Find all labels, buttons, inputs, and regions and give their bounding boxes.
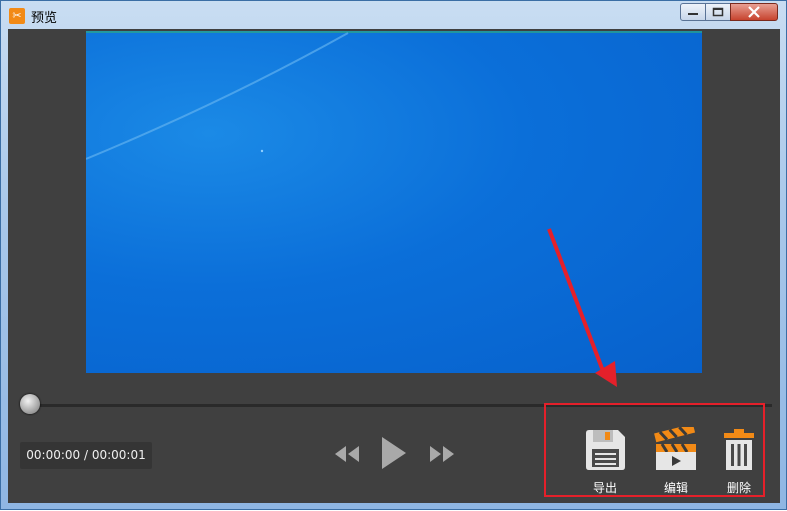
close-button[interactable] <box>730 3 778 21</box>
window-title: 预览 <box>31 11 58 26</box>
current-time: 00:00:00 <box>26 448 81 462</box>
time-display: 00:00:00 / 00:00:01 <box>20 442 152 469</box>
player-area: 00:00:00 / 00:00:01 导出 编辑 删除 <box>8 29 780 503</box>
time-separator: / <box>80 448 92 462</box>
title-bar[interactable]: ✂ 预览 <box>1 1 786 29</box>
video-frame-content <box>86 32 349 160</box>
close-icon <box>748 6 760 18</box>
preview-window: ✂ 预览 00:00:00 / 00:00:01 导出 编辑 删除 <box>0 0 787 510</box>
annotation-highlight-box <box>544 403 765 497</box>
app-scissors-icon: ✂ <box>9 8 25 24</box>
total-time: 00:00:01 <box>91 448 146 462</box>
maximize-icon <box>712 7 724 17</box>
video-preview[interactable] <box>86 31 702 373</box>
play-button[interactable] <box>380 435 408 475</box>
rewind-icon <box>335 446 359 462</box>
fast-forward-icon <box>430 446 454 462</box>
rewind-button[interactable] <box>334 445 360 467</box>
fast-forward-button[interactable] <box>429 445 455 467</box>
minimize-icon <box>688 13 698 15</box>
play-icon <box>382 437 406 469</box>
minimize-button[interactable] <box>680 3 706 21</box>
maximize-button[interactable] <box>705 3 731 21</box>
seek-thumb[interactable] <box>20 394 40 414</box>
